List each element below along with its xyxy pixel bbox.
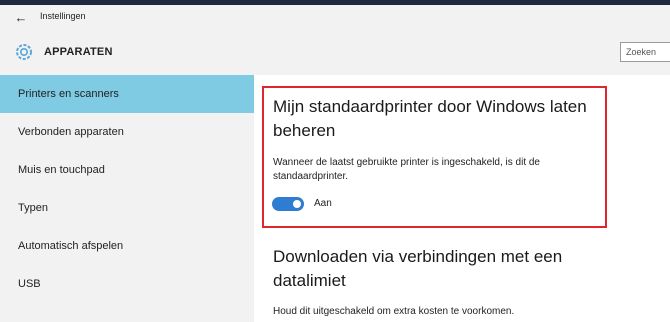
default-printer-toggle[interactable]	[272, 197, 304, 211]
sidebar-item-muis-en-touchpad[interactable]: Muis en touchpad	[0, 151, 254, 189]
sidebar-item-typen[interactable]: Typen	[0, 189, 254, 227]
page-title: APPARATEN	[44, 46, 113, 58]
gear-icon	[16, 44, 32, 60]
default-printer-heading: Mijn standaardprinter door Windows laten…	[273, 97, 587, 140]
default-printer-description: Wanneer de laatst gebruikte printer is i…	[273, 157, 540, 182]
toggle-state-label: Aan	[314, 198, 332, 209]
sidebar-item-verbonden-apparaten[interactable]: Verbonden apparaten	[0, 113, 254, 151]
back-button[interactable]: ←	[12, 9, 30, 27]
window-title: Instellingen	[40, 11, 86, 21]
metered-description: Houd dit uitgeschakeld om extra kosten t…	[273, 306, 515, 317]
metered-heading: Downloaden via verbindingen met een data…	[273, 247, 563, 290]
sidebar-item-automatisch-afspelen[interactable]: Automatisch afspelen	[0, 227, 254, 265]
search-input[interactable]: Zoeken	[620, 42, 670, 62]
sidebar-item-printers-en-scanners[interactable]: Printers en scanners	[0, 75, 254, 113]
sidebar-item-usb[interactable]: USB	[0, 265, 254, 303]
sidebar: Printers en scanners Verbonden apparaten…	[0, 75, 254, 322]
toggle-knob	[293, 200, 301, 208]
page-header: APPARATEN Zoeken	[0, 31, 670, 75]
title-bar: ← Instellingen	[0, 5, 670, 31]
